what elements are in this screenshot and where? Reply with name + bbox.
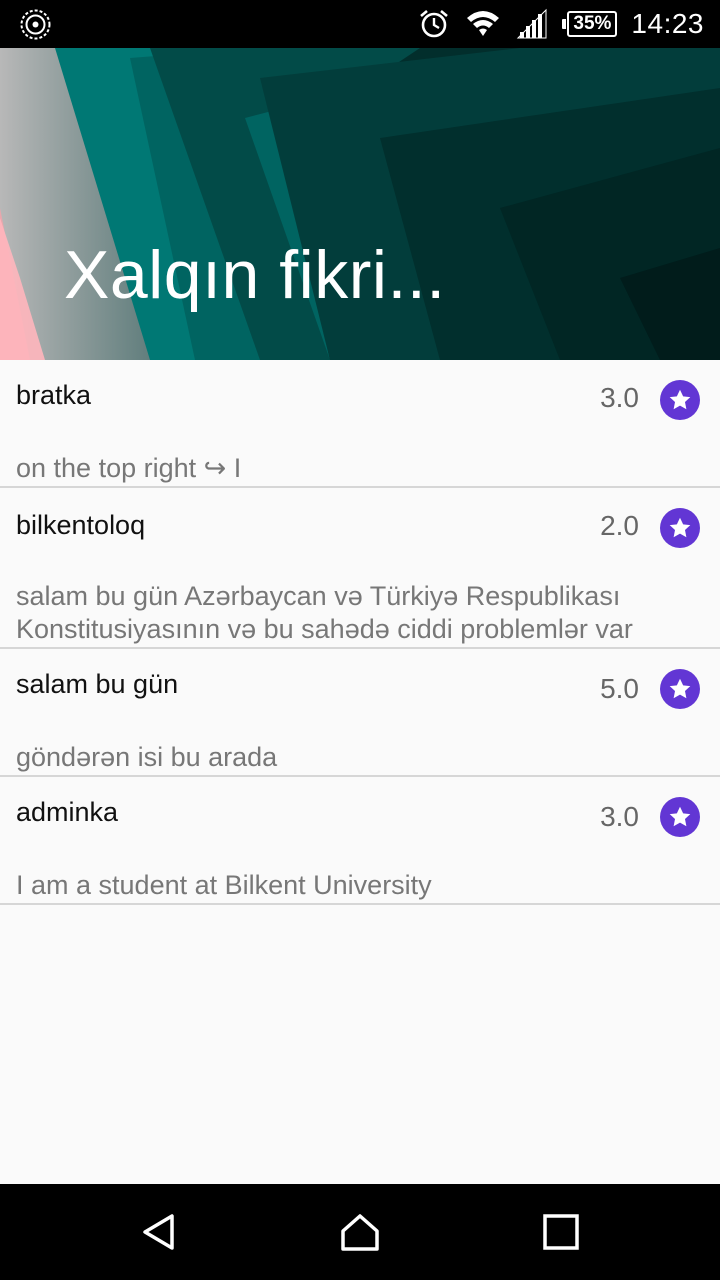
review-comment: salam bu gün Azərbaycan və Türkiyə Respu… <box>16 581 633 644</box>
review-comment: I am a student at Bilkent University <box>16 870 432 900</box>
navigation-bar <box>0 1184 720 1280</box>
review-rating: 3.0 <box>600 801 639 832</box>
star-icon <box>660 508 700 548</box>
battery-indicator: 35% <box>562 11 618 37</box>
review-author: bratka <box>16 380 92 410</box>
status-bar: 35% 14:23 <box>0 0 720 48</box>
battery-level: 35% <box>567 11 618 37</box>
review-item[interactable]: adminka 3.0 I am a student at Bilkent Un… <box>0 777 720 905</box>
review-rating: 2.0 <box>600 510 639 541</box>
back-icon[interactable] <box>140 1212 180 1252</box>
status-time: 14:23 <box>631 8 704 39</box>
recents-icon[interactable] <box>541 1212 581 1252</box>
star-icon <box>660 380 700 420</box>
review-author: bilkentoloq <box>16 510 146 540</box>
review-comment: göndərən isi bu arada <box>16 742 278 772</box>
review-rating: 3.0 <box>600 382 639 413</box>
page-title: Xalqın fikri... <box>64 237 446 313</box>
alarm-icon <box>420 10 449 38</box>
review-item[interactable]: salam bu gün 5.0 göndərən isi bu arada <box>0 649 720 777</box>
review-author: adminka <box>16 797 119 827</box>
app-notification-icon <box>20 9 51 40</box>
review-item[interactable]: bilkentoloq 2.0 salam bu gün Azərbaycan … <box>0 488 720 649</box>
review-list: bratka 3.0 on the top right ↪ I bilkento… <box>0 360 720 905</box>
review-item[interactable]: bratka 3.0 on the top right ↪ I <box>0 360 720 488</box>
home-icon[interactable] <box>340 1212 380 1252</box>
header: Xalqın fikri... <box>0 48 720 360</box>
signal-icon <box>517 8 547 39</box>
star-icon <box>660 797 700 837</box>
star-icon <box>660 669 700 709</box>
review-author: salam bu gün <box>16 669 179 699</box>
review-rating: 5.0 <box>600 673 639 704</box>
wifi-icon <box>467 11 500 36</box>
review-comment: on the top right ↪ I <box>16 453 242 483</box>
